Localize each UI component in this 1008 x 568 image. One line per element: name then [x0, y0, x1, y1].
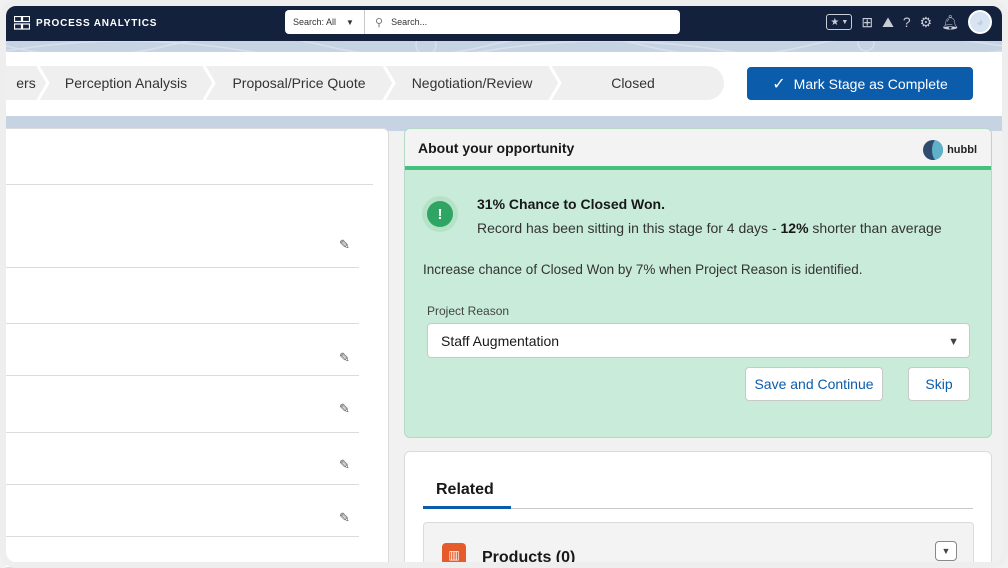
save-and-continue-button[interactable]: Save and Continue [745, 367, 883, 401]
project-reason-select[interactable]: Staff Augmentation ▼ [427, 323, 970, 358]
mark-stage-complete-label: Mark Stage as Complete [793, 75, 948, 92]
edit-pencil-icon[interactable]: ✎ [339, 350, 350, 366]
field-divider [6, 375, 359, 376]
chevron-down-icon: ▼ [948, 336, 959, 348]
global-search: Search: All ▼ ⚲ [285, 10, 680, 34]
section-divider [6, 184, 373, 185]
stage-duration-text: Record has been sitting in this stage fo… [477, 220, 942, 236]
card-header: About your opportunity hubbl [405, 129, 991, 170]
stage-label: Negotiation/Review [411, 75, 533, 91]
stage-label: Perception Analysis [64, 75, 188, 91]
related-card: Related ▥ Products (0) ▼ [404, 451, 992, 568]
stage-negotiation-review[interactable]: Negotiation/Review [394, 66, 550, 100]
stage-closed[interactable]: Closed [560, 66, 706, 100]
alert-icon-glyph: ! [437, 205, 443, 223]
card-title: About your opportunity [418, 139, 575, 156]
stage-perception-analysis[interactable]: Perception Analysis [48, 66, 204, 100]
search-scope-label: Search: All [293, 17, 337, 27]
active-tab-indicator [423, 506, 511, 509]
skip-label: Skip [925, 376, 953, 392]
edit-pencil-icon[interactable]: ✎ [339, 510, 350, 526]
header-utility-icons: ★ ▼ ⊞ ⛰ ? ⚙ 🔔︎ ◕ [826, 10, 992, 34]
products-icon: ▥ [442, 543, 466, 567]
field-divider [6, 484, 359, 485]
edit-pencil-icon[interactable]: ✎ [339, 237, 350, 253]
edit-pencil-icon[interactable]: ✎ [339, 457, 350, 473]
duration-prefix: Record has been sitting in this stage fo… [477, 220, 781, 236]
products-menu-dropdown[interactable]: ▼ [935, 541, 957, 561]
hubbl-logo: hubbl [923, 140, 977, 160]
hubbl-logo-icon [923, 140, 944, 160]
duration-percent: 12% [780, 220, 809, 236]
avatar[interactable]: ◕ [968, 10, 992, 34]
increase-chance-text: Increase chance of Closed Won by 7% when… [423, 262, 863, 277]
edit-pencil-icon[interactable]: ✎ [339, 401, 350, 417]
opportunity-path: ers Perception Analysis Proposal/Price Q… [6, 52, 1002, 116]
mark-stage-complete-button[interactable]: ✓ Mark Stage as Complete [747, 67, 973, 100]
hubbl-brand: hubbl [947, 144, 977, 156]
save-and-continue-label: Save and Continue [754, 376, 874, 392]
chance-title: 31% Chance to Closed Won. [477, 196, 665, 212]
notification-bell-icon[interactable]: 🔔︎ [941, 14, 959, 30]
project-reason-label: Project Reason [427, 304, 510, 318]
stage-proposal-price-quote[interactable]: Proposal/Price Quote [214, 66, 384, 100]
products-title[interactable]: Products (0) [482, 549, 575, 567]
field-divider [6, 323, 359, 324]
trailhead-icon[interactable]: ⛰ [882, 14, 894, 30]
help-icon[interactable]: ? [903, 14, 911, 30]
global-header: PROCESS ANALYTICS Search: All ▼ ⚲ ★▼ ⊞ ⛰… [6, 5, 1002, 41]
chevron-down-icon: ▼ [941, 546, 951, 556]
app-logo[interactable]: PROCESS ANALYTICS [14, 16, 157, 30]
alert-icon: ! [427, 201, 453, 227]
stage-label: Proposal/Price Quote [232, 75, 366, 91]
path-stages: ers Perception Analysis Proposal/Price Q… [6, 66, 724, 100]
add-icon[interactable]: ⊞ [861, 14, 873, 30]
stage-label: ers [16, 75, 36, 91]
app-title: PROCESS ANALYTICS [36, 17, 158, 29]
checkmark-icon: ✓ [772, 75, 786, 93]
skip-button[interactable]: Skip [908, 367, 970, 401]
favorites-icon[interactable]: ★ ▼ [826, 14, 853, 30]
duration-suffix: shorter than average [808, 220, 942, 236]
project-reason-value: Staff Augmentation [441, 332, 560, 349]
search-scope-dropdown[interactable]: Search: All ▼ [285, 10, 365, 34]
process-analytics-logo-icon [14, 16, 30, 30]
field-divider [6, 432, 359, 433]
search-icon: ⚲ [375, 16, 384, 29]
products-related-list: ▥ Products (0) ▼ [423, 522, 974, 568]
chevron-down-icon: ▼ [346, 17, 354, 27]
search-input[interactable] [391, 17, 652, 27]
about-opportunity-card: About your opportunity hubbl ! 31% Chanc… [404, 128, 992, 438]
tab-related[interactable]: Related [436, 481, 494, 499]
field-divider [6, 267, 359, 268]
setup-gear-icon[interactable]: ⚙ [920, 14, 933, 30]
stage-label: Closed [611, 75, 655, 91]
record-details-panel: ✎ ✎ ✎ ✎ ✎ [6, 128, 389, 568]
field-divider [6, 536, 359, 537]
